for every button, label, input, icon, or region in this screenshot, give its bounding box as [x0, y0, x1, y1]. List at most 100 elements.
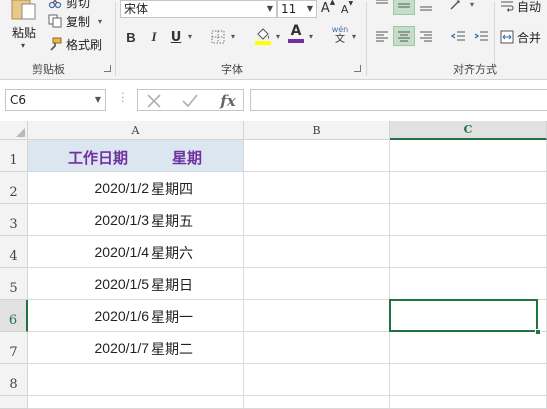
column-header-c[interactable]: C: [390, 121, 547, 140]
select-all-button[interactable]: [0, 121, 28, 140]
enter-icon[interactable]: [180, 92, 200, 110]
table-row: 2020/1/7 星期二: [28, 332, 244, 364]
weekday-value: 星期四: [151, 182, 193, 198]
cell-b9[interactable]: [244, 396, 390, 409]
insert-function-button[interactable]: fx: [218, 92, 238, 110]
copy-dropdown-icon[interactable]: ▾: [98, 17, 102, 26]
cell-b7[interactable]: [244, 332, 390, 364]
header-weekday: 星期: [172, 149, 203, 167]
row-header[interactable]: 2: [0, 172, 28, 204]
cut-button[interactable]: 剪切: [48, 0, 90, 11]
align-bottom-icon[interactable]: [415, 0, 437, 15]
column-header-a[interactable]: A: [28, 121, 244, 140]
copy-label: 复制: [66, 14, 91, 29]
formula-bar: C6 ▼ · · · fx: [0, 80, 547, 120]
row-header[interactable]: 5: [0, 268, 28, 300]
font-size-combo[interactable]: 11 ▼: [277, 0, 317, 18]
clipboard-group-label: 剪贴板: [32, 63, 65, 76]
cell-a8[interactable]: [28, 364, 244, 396]
borders-icon[interactable]: [208, 26, 228, 48]
merge-center-button[interactable]: 合并: [500, 27, 541, 47]
increase-font-size-icon[interactable]: A ▲: [320, 0, 336, 19]
cell-c8[interactable]: [390, 364, 547, 396]
row-header[interactable]: 8: [0, 364, 28, 396]
cell-b3[interactable]: [244, 204, 390, 236]
weekday-value: 星期一: [151, 310, 193, 326]
paste-dropdown-icon[interactable]: ▾: [21, 41, 25, 50]
chevron-down-icon[interactable]: ▼: [307, 1, 313, 17]
bold-button[interactable]: B: [123, 26, 139, 48]
cell-c5[interactable]: [390, 268, 547, 300]
font-name-combo[interactable]: 宋体 ▼: [120, 0, 277, 18]
cell-b8[interactable]: [244, 364, 390, 396]
align-right-icon[interactable]: [415, 26, 437, 46]
table-row: 2020/1/5 星期日: [28, 268, 244, 300]
formula-input[interactable]: [250, 89, 547, 111]
cell-c1[interactable]: [390, 140, 547, 172]
cell-c4[interactable]: [390, 236, 547, 268]
font-name-value: 宋体: [124, 2, 149, 16]
chevron-down-icon[interactable]: ▼: [267, 1, 273, 17]
column-header-b[interactable]: B: [244, 121, 390, 140]
orientation-dropdown-icon[interactable]: ▾: [470, 0, 474, 9]
decrease-font-size-icon[interactable]: A ▼: [340, 0, 354, 20]
clipboard-launcher-icon[interactable]: [104, 65, 111, 72]
ribbon: 粘贴 ▾ 剪切 复制 ▾ 格式刷 剪贴板 宋体 ▼ 11 ▼ A ▲ A ▼ B I…: [0, 0, 547, 80]
weekday-value: 星期五: [151, 214, 193, 230]
row-header[interactable]: 1: [0, 140, 28, 172]
row-header[interactable]: [0, 396, 28, 409]
copy-button[interactable]: 复制 ▾: [48, 12, 102, 30]
cell-b4[interactable]: [244, 236, 390, 268]
paste-icon[interactable]: [10, 0, 38, 20]
align-center-icon[interactable]: [393, 26, 415, 46]
cell-b5[interactable]: [244, 268, 390, 300]
cancel-icon[interactable]: [144, 92, 164, 110]
table-row: 2020/1/3 星期五: [28, 204, 244, 236]
row-header[interactable]: 6: [0, 300, 28, 332]
phonetic-dropdown-icon[interactable]: ▾: [352, 32, 356, 41]
font-launcher-icon[interactable]: [354, 65, 361, 72]
underline-dropdown-icon[interactable]: ▾: [188, 32, 192, 41]
decrease-indent-icon[interactable]: [447, 26, 469, 46]
wrap-text-button[interactable]: 自动: [500, 0, 541, 16]
align-middle-icon[interactable]: [393, 0, 415, 15]
underline-button[interactable]: U: [168, 26, 184, 48]
fill-color-dropdown-icon[interactable]: ▾: [276, 32, 280, 41]
format-painter-label: 格式刷: [66, 37, 103, 52]
fx-icon: fx: [220, 92, 236, 110]
cell-c9[interactable]: [390, 396, 547, 409]
italic-button[interactable]: I: [146, 26, 162, 48]
font-color-dropdown-icon[interactable]: ▾: [309, 32, 313, 41]
cell-c3[interactable]: [390, 204, 547, 236]
paint-bucket-icon: [257, 28, 269, 40]
borders-dropdown-icon[interactable]: ▾: [231, 32, 235, 41]
cell-b6[interactable]: [244, 300, 390, 332]
cell-c7[interactable]: [390, 332, 547, 364]
resize-handle-icon[interactable]: · · ·: [121, 88, 125, 107]
name-box[interactable]: C6 ▼: [5, 89, 106, 111]
weekday-value: 星期日: [151, 278, 193, 294]
cell-b2[interactable]: [244, 172, 390, 204]
fill-color-swatch: [255, 41, 271, 45]
fill-handle[interactable]: [535, 329, 541, 335]
cell-b1[interactable]: [244, 140, 390, 172]
chevron-down-icon[interactable]: ▼: [95, 90, 101, 110]
format-painter-button[interactable]: 格式刷: [48, 35, 102, 53]
phonetic-guide-button[interactable]: wén 文: [330, 24, 350, 46]
align-left-icon[interactable]: [371, 26, 393, 46]
orientation-icon[interactable]: [447, 0, 469, 15]
cell-c2[interactable]: [390, 172, 547, 204]
align-top-icon[interactable]: [371, 0, 393, 15]
divider: [366, 2, 367, 76]
name-box-value: C6: [10, 93, 27, 107]
fill-color-button[interactable]: [252, 25, 274, 47]
date-value: 2020/1/3: [94, 212, 150, 228]
row-header[interactable]: 7: [0, 332, 28, 364]
active-cell-selection[interactable]: [389, 299, 538, 332]
row-header[interactable]: 3: [0, 204, 28, 236]
paste-button[interactable]: 粘贴: [12, 24, 36, 41]
font-color-button[interactable]: A: [286, 22, 306, 44]
cell-a9[interactable]: [28, 396, 244, 409]
row-header[interactable]: 4: [0, 236, 28, 268]
increase-indent-icon[interactable]: [470, 26, 492, 46]
